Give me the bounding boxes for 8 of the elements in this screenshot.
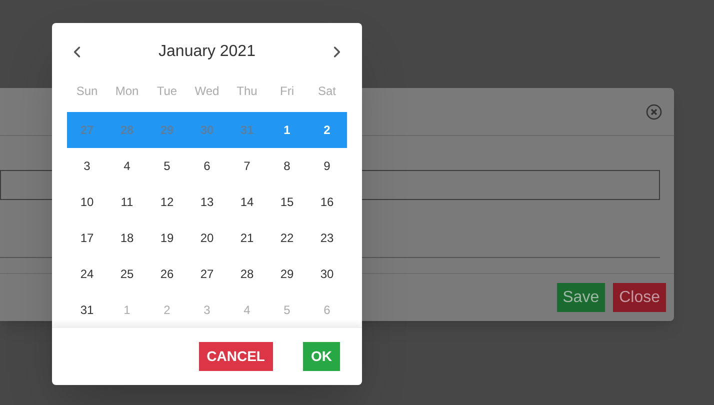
weekday-label: Thu — [236, 83, 258, 100]
month-title: January 2021 — [158, 42, 256, 62]
weekday-label: Wed — [194, 83, 220, 100]
weekday-label: Sat — [316, 83, 337, 100]
weekday-label: Fri — [279, 83, 295, 100]
weekday-label: Sun — [75, 83, 99, 100]
weekday-label: Tue — [156, 83, 178, 100]
weekday-label: Mon — [114, 83, 140, 100]
